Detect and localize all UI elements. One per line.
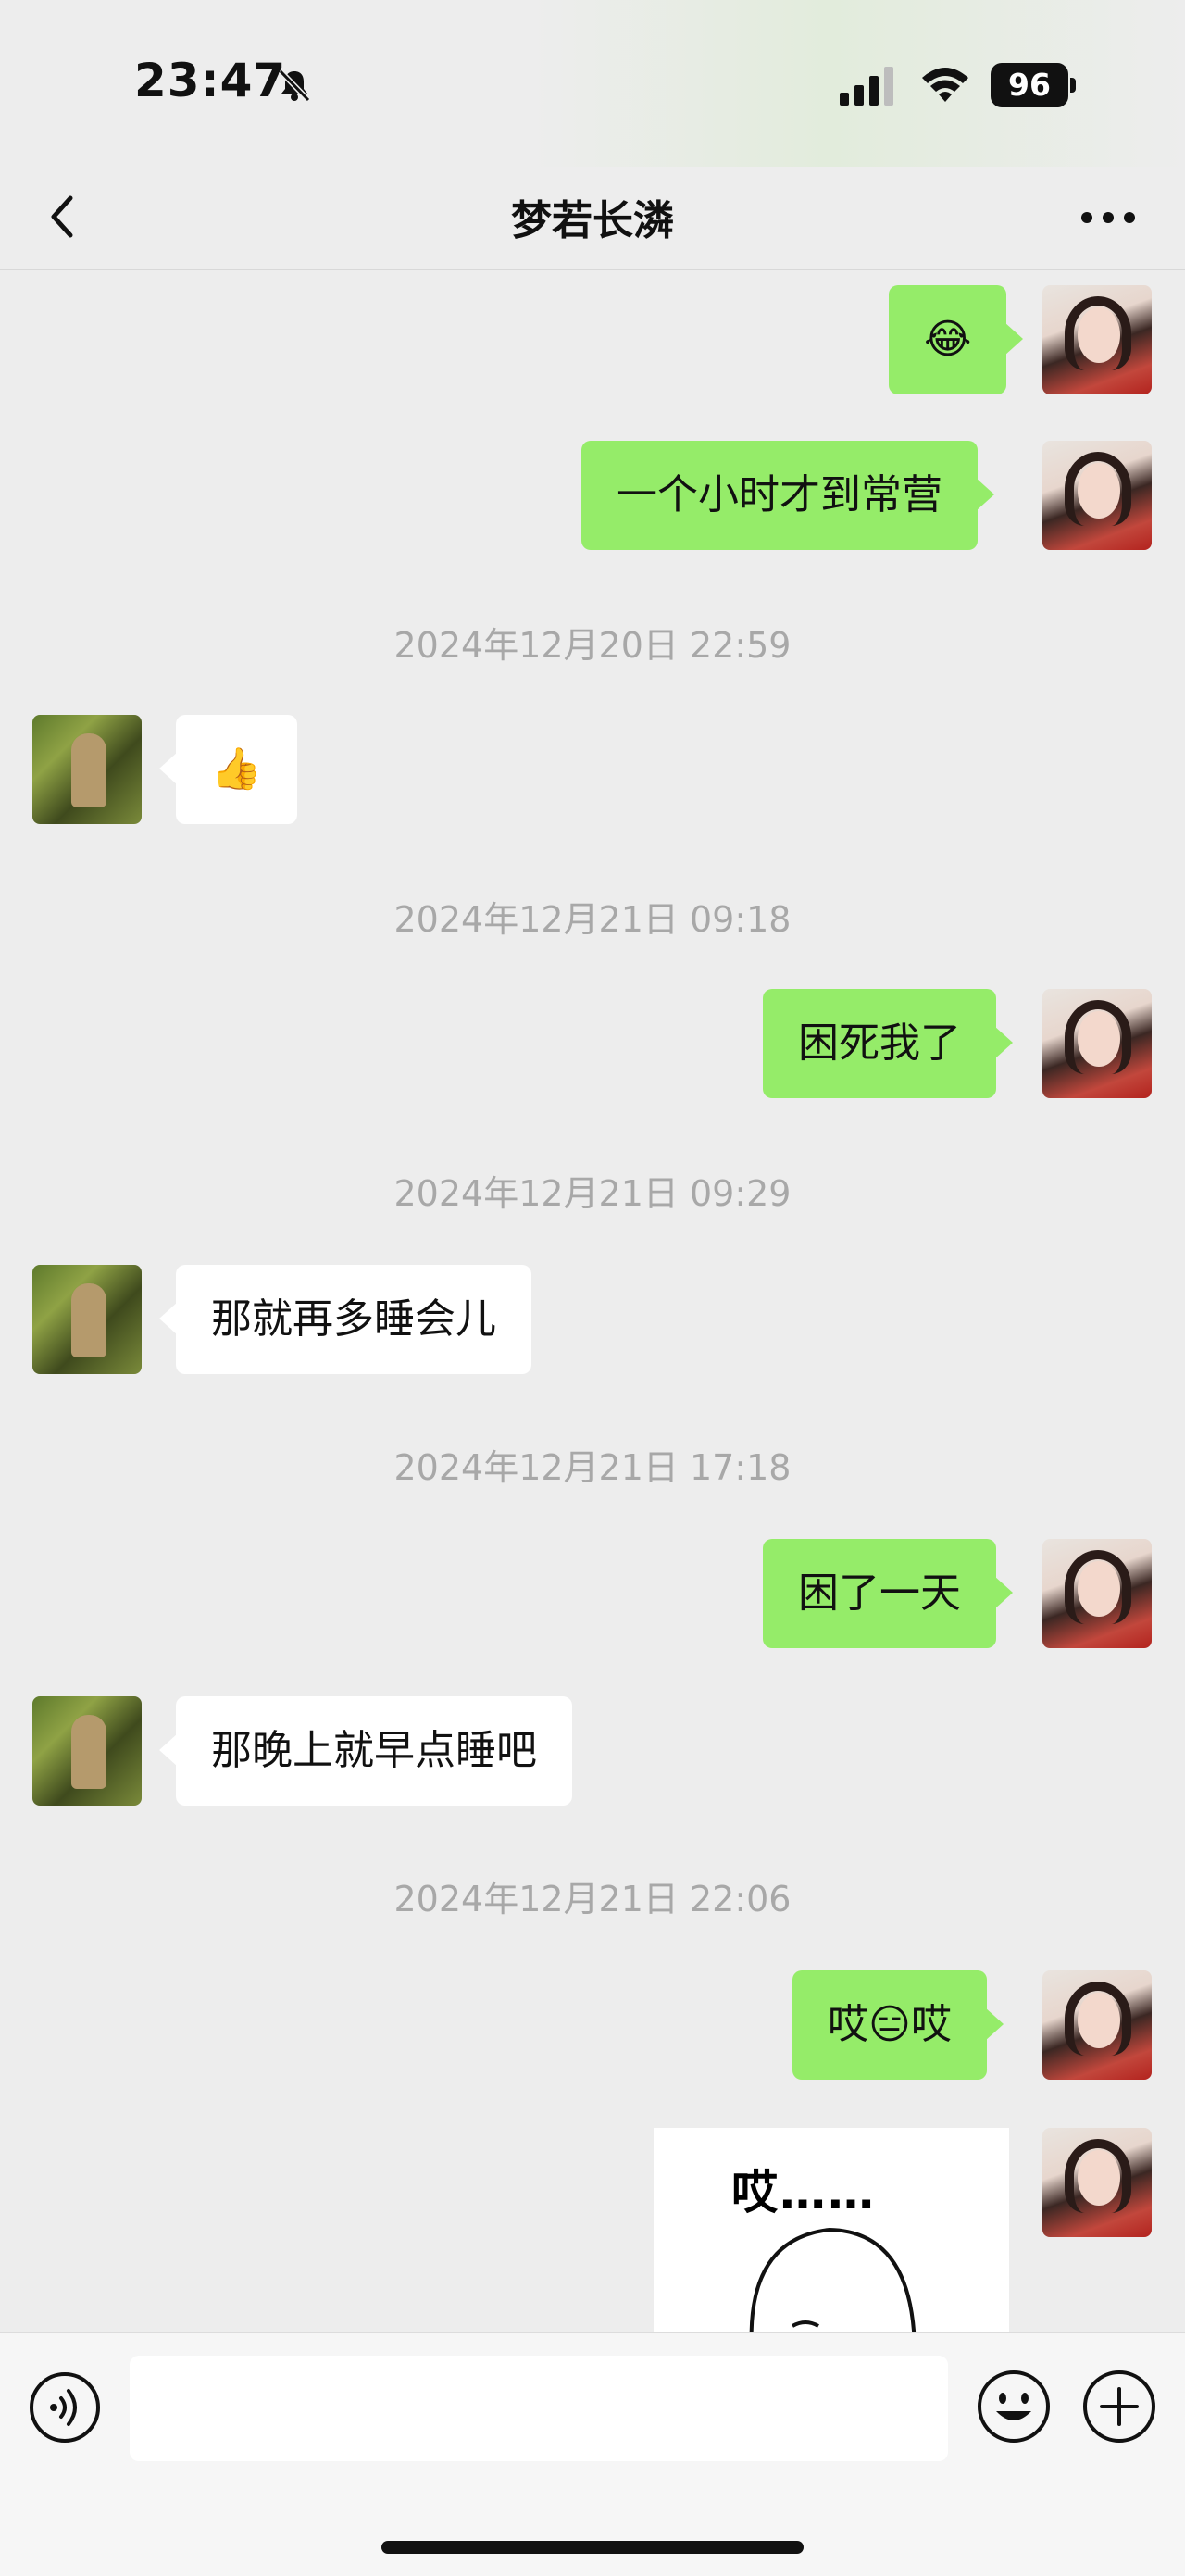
avatar-contact[interactable] xyxy=(32,715,142,824)
timestamp: 2024年12月21日 09:29 xyxy=(393,1173,792,1214)
message-bubble-received[interactable]: 👍 xyxy=(159,715,297,824)
timestamp: 2024年12月21日 17:18 xyxy=(393,1447,792,1488)
battery-tip xyxy=(1070,78,1076,93)
chat-title: 梦若长潾 xyxy=(511,197,674,244)
battery-indicator: 96 xyxy=(991,63,1076,107)
message-bubble-sent[interactable]: 一个小时才到常营 xyxy=(581,441,994,550)
avatar-self[interactable] xyxy=(1042,285,1152,394)
timestamp: 2024年12月21日 09:18 xyxy=(393,899,792,940)
sticker-message[interactable]: 哎…… xyxy=(654,2128,1009,2332)
message-bubble-sent[interactable]: 困死我了 xyxy=(763,989,1013,1098)
sticker-face-icon xyxy=(749,2227,917,2332)
home-indicator xyxy=(381,2541,804,2554)
message-bubble-sent[interactable]: 😂 xyxy=(889,285,1024,394)
bell-slash-icon xyxy=(278,69,311,103)
wifi-icon xyxy=(922,68,968,102)
status-time: 23:47 xyxy=(134,54,287,107)
avatar-self[interactable] xyxy=(1042,441,1152,550)
avatar-self[interactable] xyxy=(1042,1970,1152,2080)
message-bubble-sent[interactable]: 困了一天 xyxy=(763,1539,1013,1648)
message-bubble-received[interactable]: 那就再多睡会儿 xyxy=(159,1265,531,1374)
message-input[interactable] xyxy=(130,2356,948,2461)
cellular-signal-icon xyxy=(840,67,893,106)
message-bubble-received[interactable]: 那晚上就早点睡吧 xyxy=(159,1696,572,1806)
emoji-icon[interactable] xyxy=(976,2369,1052,2445)
input-bar xyxy=(0,2332,1185,2576)
avatar-contact[interactable] xyxy=(32,1265,142,1374)
status-bar: 23:47 96 xyxy=(0,0,1185,167)
plus-icon[interactable] xyxy=(1081,2369,1157,2445)
more-dots-icon[interactable] xyxy=(1074,193,1142,243)
message-list[interactable]: 😂 一个小时才到常营 2024年12月20日 22:59 👍 2024年12月2… xyxy=(0,270,1185,2332)
message-bubble-sent[interactable]: 哎😑哎 xyxy=(792,1970,1004,2080)
timestamp: 2024年12月20日 22:59 xyxy=(393,625,792,666)
voice-icon[interactable] xyxy=(28,2370,102,2445)
avatar-self[interactable] xyxy=(1042,989,1152,1098)
timestamp: 2024年12月21日 22:06 xyxy=(393,1879,792,1919)
avatar-self[interactable] xyxy=(1042,2128,1152,2237)
avatar-self[interactable] xyxy=(1042,1539,1152,1648)
nav-bar: 梦若长潾 xyxy=(0,167,1185,270)
battery-level: 96 xyxy=(991,63,1068,107)
avatar-contact[interactable] xyxy=(32,1696,142,1806)
